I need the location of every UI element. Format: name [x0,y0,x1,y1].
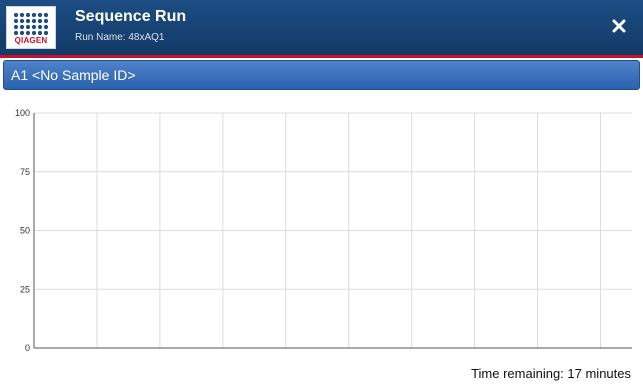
sample-id-label: A1 <No Sample ID> [11,67,136,83]
header-accent-rule [0,55,643,58]
y-tick-label: 25 [20,284,30,294]
y-tick-label: 75 [20,167,30,177]
logo-brand-text: QIAGEN [14,36,48,45]
qiagen-logo: QIAGEN [6,6,56,49]
page-title: Sequence Run [75,8,187,25]
time-remaining-label: Time remaining: 17 minutes [471,366,631,381]
header-bar: QIAGEN Sequence Run Run Name: 48xAQ1 [0,0,643,55]
close-button[interactable] [605,12,633,40]
y-tick-label: 50 [20,226,30,236]
close-icon [612,19,626,33]
run-name-label: Run Name: 48xAQ1 [75,32,165,43]
y-tick-label: 100 [15,108,30,118]
pyrogram-chart: 0 25 50 75 100 [15,108,632,353]
y-tick-label: 0 [25,343,30,353]
sample-header-bar: A1 <No Sample ID> [3,60,640,90]
logo-dots-icon [13,12,49,36]
